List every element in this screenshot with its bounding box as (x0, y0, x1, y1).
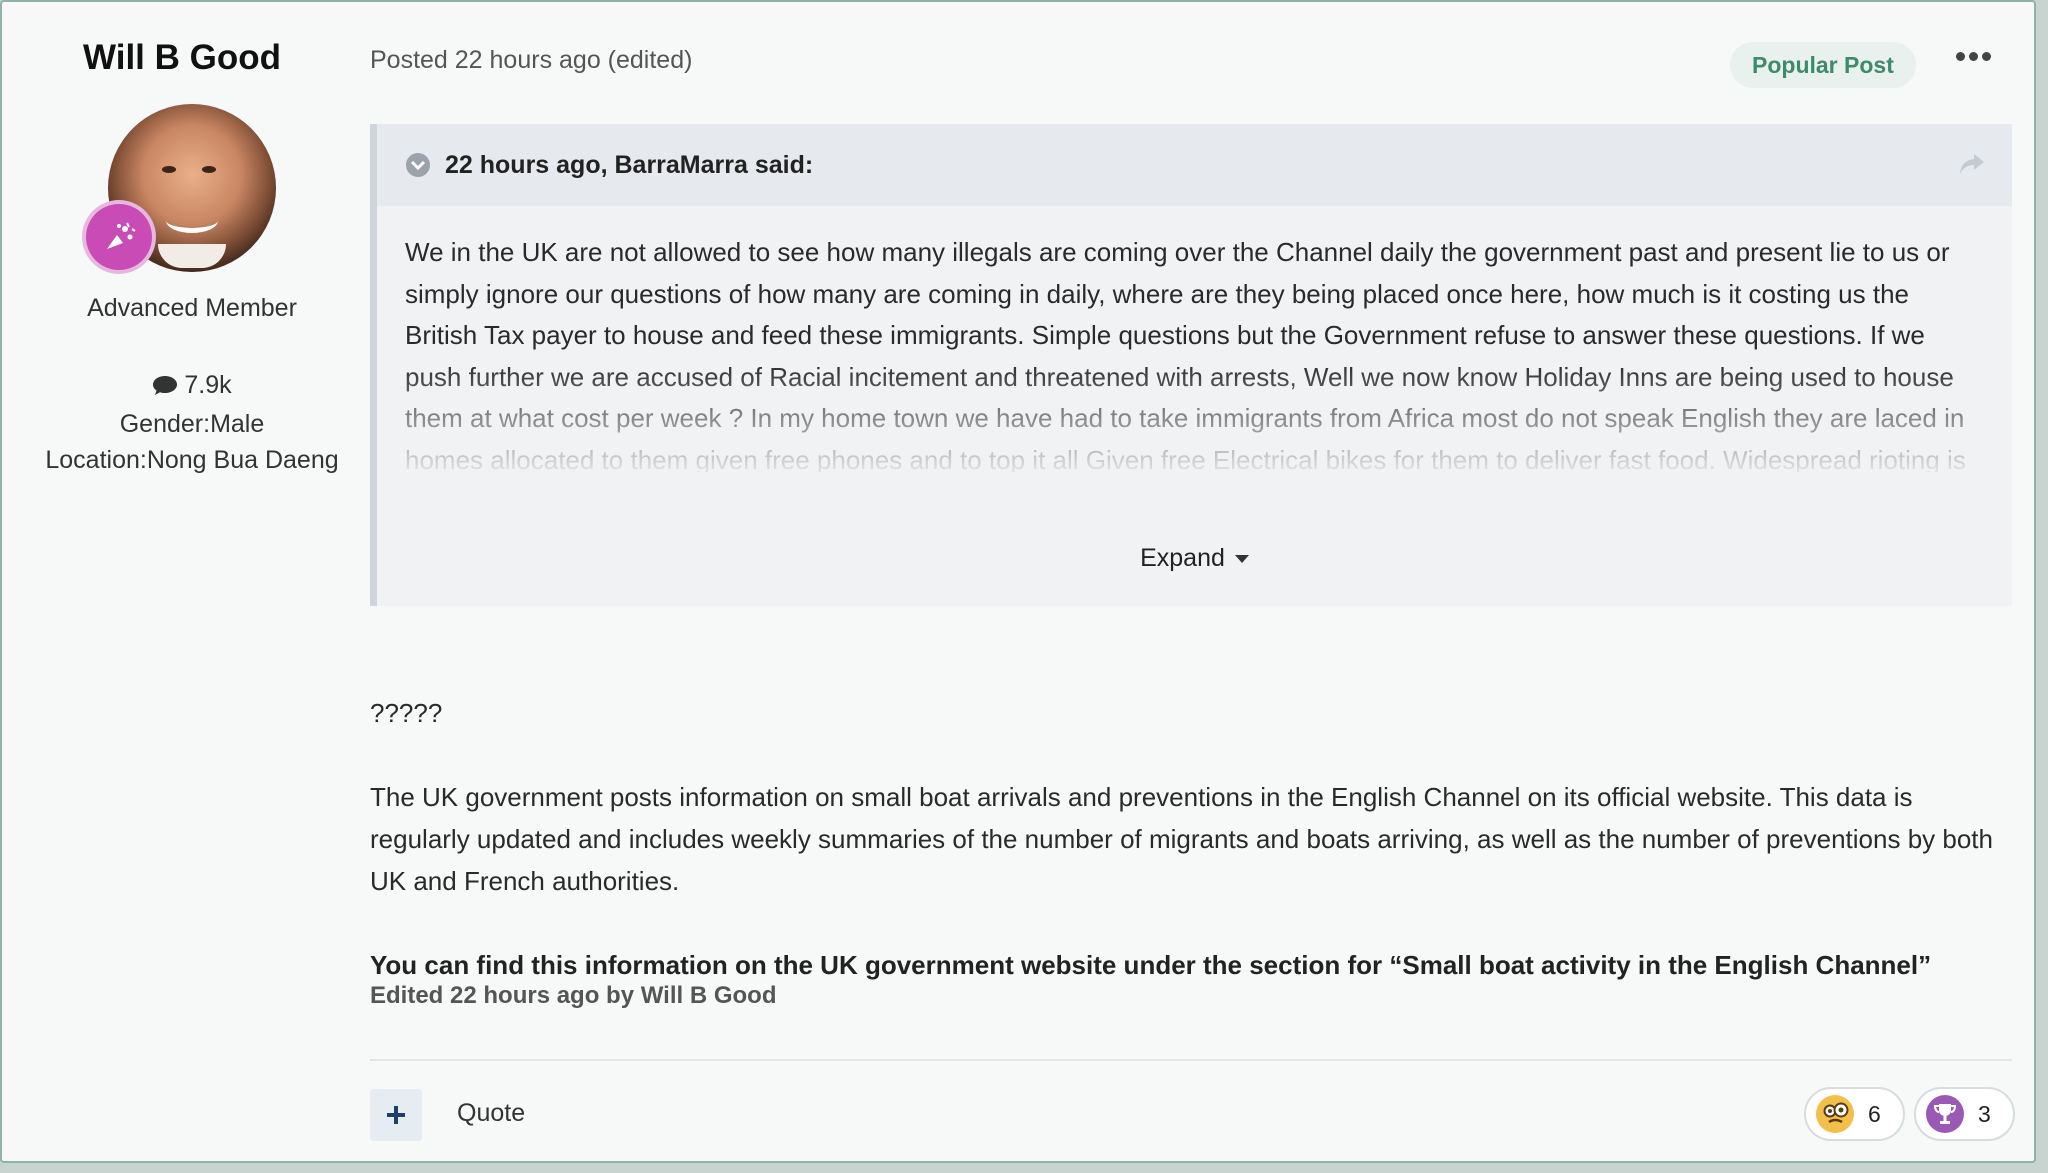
plus-icon (387, 1106, 405, 1124)
author-stats: 7.9k Gender:Male Location:Nong Bua Daeng (42, 367, 342, 478)
post-count: 7.9k (152, 367, 232, 403)
post-body: ????? The UK government posts informatio… (370, 692, 2010, 986)
avatar-eyes (162, 166, 222, 176)
author-gender: Gender:Male (119, 410, 265, 438)
avatar-smile (166, 208, 218, 233)
rank-badge-icon (86, 204, 152, 270)
post-bold-paragraph: You can find this information on the UK … (370, 950, 1932, 980)
avatar-collar (158, 244, 226, 268)
quote-block: 22 hours ago, BarraMarra said: We in the… (370, 124, 2012, 606)
expand-button[interactable]: Expand (377, 544, 2012, 573)
post-card: Will B Good Advanced Member 7.9k Gender:… (0, 0, 2036, 1163)
divider (370, 1059, 2012, 1061)
author-name[interactable]: Will B Good (22, 38, 342, 78)
quote-text: We in the UK are not allowed to see how … (377, 206, 2012, 472)
quote-button[interactable]: Quote (457, 1099, 525, 1128)
more-options-icon[interactable] (1956, 52, 1992, 66)
caret-down-icon (1234, 555, 1249, 564)
post-count-value: 7.9k (184, 371, 232, 399)
post-timestamp[interactable]: Posted 22 hours ago (edited) (370, 46, 692, 75)
comment-icon (153, 376, 178, 395)
reaction-trophy[interactable]: 3 (1914, 1087, 2015, 1141)
share-arrow-icon[interactable] (1958, 152, 1986, 176)
author-location: Location:Nong Bua Daeng (45, 446, 339, 474)
reaction-count: 6 (1868, 1100, 1881, 1127)
trophy-icon (1926, 1095, 1964, 1133)
avatar[interactable] (86, 104, 276, 272)
post-paragraph: ????? (370, 698, 443, 728)
quote-header[interactable]: 22 hours ago, BarraMarra said: (377, 124, 2012, 206)
member-title: Advanced Member (87, 294, 297, 322)
reaction-confused[interactable]: 6 (1804, 1087, 1905, 1141)
collapse-chevron-icon[interactable] (405, 152, 431, 178)
author-panel: Will B Good Advanced Member 7.9k Gender:… (42, 38, 342, 478)
confused-emoji-icon (1816, 1095, 1854, 1133)
reaction-count: 3 (1978, 1100, 1991, 1127)
popular-post-badge: Popular Post (1730, 42, 1916, 88)
post-paragraph: The UK government posts information on s… (370, 782, 1993, 896)
edited-note: Edited 22 hours ago by Will B Good (370, 982, 777, 1009)
quote-citation: 22 hours ago, BarraMarra said: (445, 150, 814, 179)
multiquote-button[interactable] (370, 1089, 422, 1141)
expand-label: Expand (1140, 544, 1225, 572)
